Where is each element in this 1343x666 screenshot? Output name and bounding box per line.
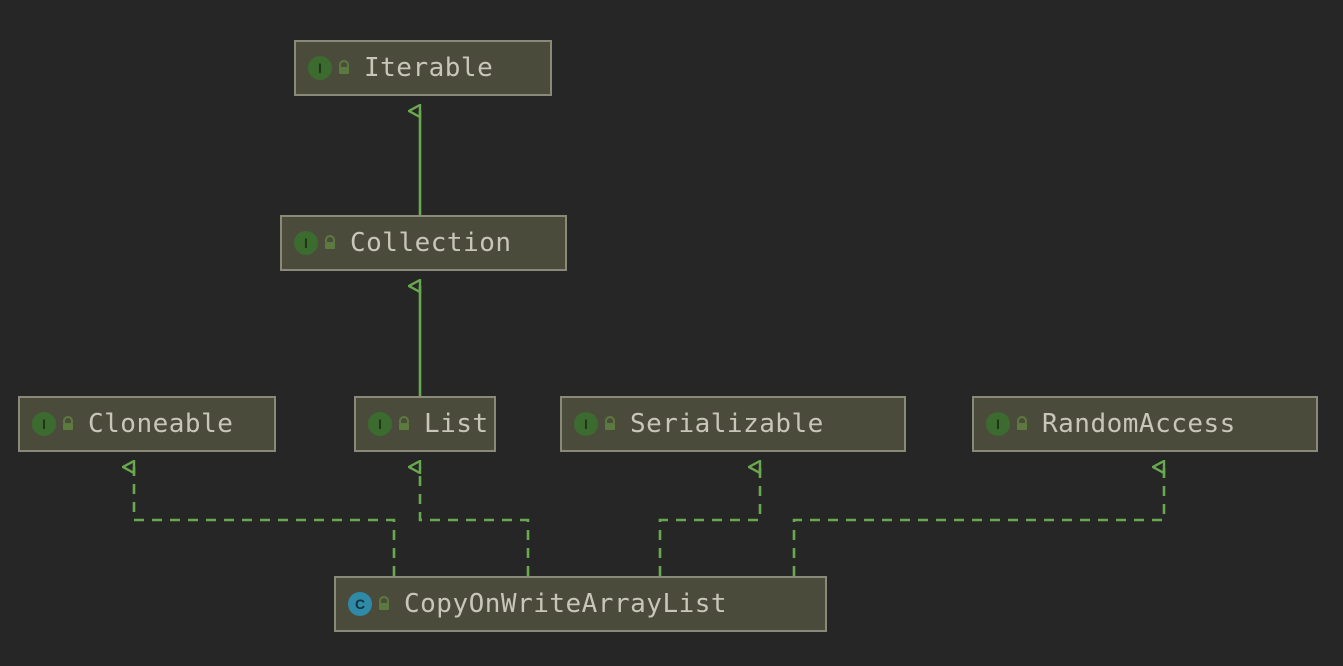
- edge-cow-randomaccess: [794, 467, 1164, 576]
- node-randomaccess[interactable]: I RandomAccess: [972, 396, 1318, 452]
- interface-badge-icon: I: [32, 412, 56, 436]
- lock-icon: [60, 416, 76, 432]
- interface-badge-icon: I: [294, 231, 318, 255]
- interface-badge-icon: I: [986, 412, 1010, 436]
- lock-icon: [396, 416, 412, 432]
- node-iterable[interactable]: I Iterable: [294, 40, 552, 96]
- node-collection[interactable]: I Collection: [280, 215, 567, 271]
- node-label: CopyOnWriteArrayList: [404, 589, 727, 619]
- node-label: Collection: [350, 228, 512, 258]
- node-copyonwritearraylist[interactable]: C CopyOnWriteArrayList: [334, 576, 827, 632]
- node-label: List: [424, 409, 489, 439]
- lock-icon: [336, 60, 352, 76]
- interface-badge-icon: I: [574, 412, 598, 436]
- lock-icon: [1014, 416, 1030, 432]
- edge-cow-list: [420, 467, 528, 576]
- edge-cow-cloneable: [134, 467, 394, 576]
- interface-badge-icon: I: [308, 56, 332, 80]
- node-list[interactable]: I List: [354, 396, 496, 452]
- node-serializable[interactable]: I Serializable: [560, 396, 906, 452]
- interface-badge-icon: I: [368, 412, 392, 436]
- node-label: Iterable: [364, 53, 493, 83]
- lock-icon: [602, 416, 618, 432]
- diagram-canvas: I Iterable I Collection I Cloneable I Li…: [0, 0, 1343, 666]
- node-label: Cloneable: [88, 409, 233, 439]
- lock-icon: [376, 596, 392, 612]
- lock-icon: [322, 235, 338, 251]
- class-badge-icon: C: [348, 592, 372, 616]
- edges-layer: [0, 0, 1343, 666]
- edge-cow-serializable: [660, 467, 760, 576]
- node-label: RandomAccess: [1042, 409, 1236, 439]
- node-cloneable[interactable]: I Cloneable: [18, 396, 276, 452]
- node-label: Serializable: [630, 409, 824, 439]
